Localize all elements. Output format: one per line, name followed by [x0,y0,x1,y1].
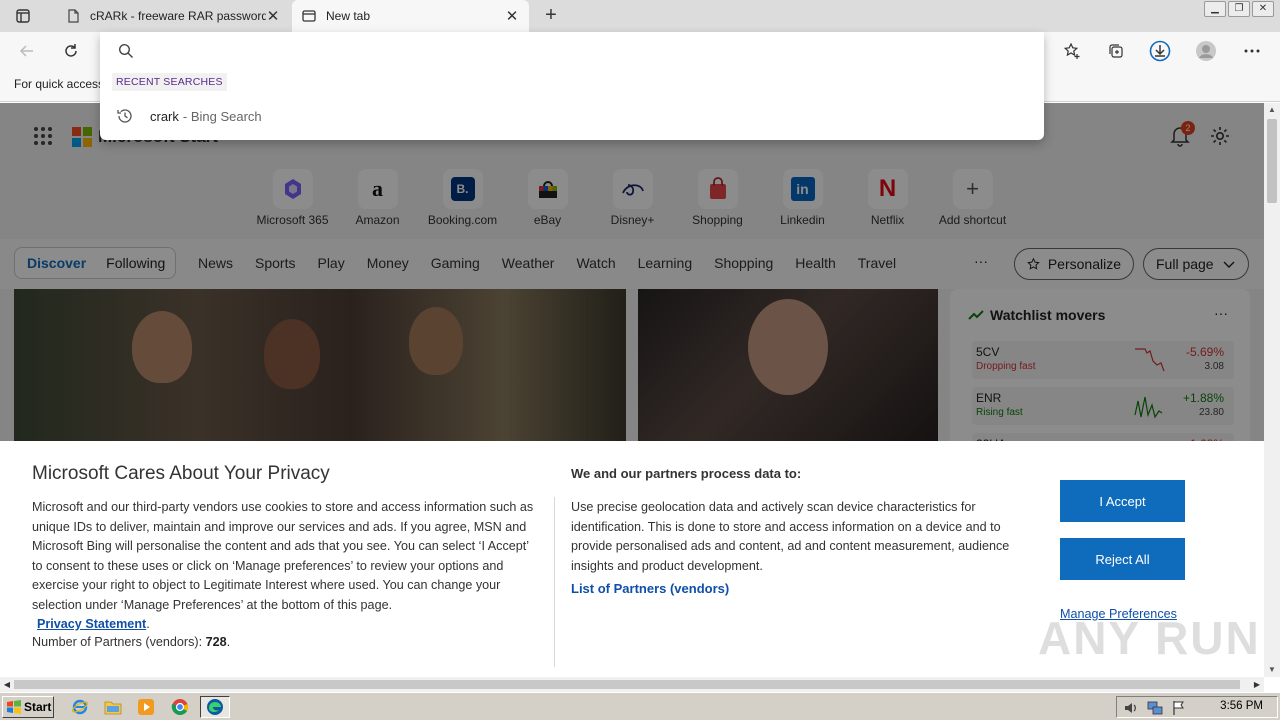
accept-button[interactable]: I Accept [1060,480,1185,522]
privacy-title: Microsoft Cares About Your Privacy [32,463,330,484]
chrome-icon [171,699,189,715]
privacy-statement-link[interactable]: Privacy Statement [37,617,146,631]
media-player-icon [138,699,154,715]
edge-icon [207,699,223,715]
tab-close-icon[interactable]: ✕ [505,7,519,25]
address-bar-input[interactable] [140,40,1020,62]
system-tray: 3:56 PM [1116,696,1278,718]
new-tab-button[interactable]: + [540,4,562,26]
refresh-icon [65,44,77,57]
start-label: Start [24,700,52,714]
profile-button[interactable] [1193,39,1219,63]
privacy-purpose-text: Use precise geolocation data and activel… [571,500,1010,573]
privacy-divider [554,497,555,667]
taskbar-edge[interactable] [200,696,230,718]
back-arrow-icon [19,45,33,57]
privacy-subtitle: We and our partners process data to: [571,466,802,481]
scroll-up-icon[interactable]: ▲ [1264,103,1280,117]
privacy-body: Microsoft and our third-party vendors us… [32,498,542,635]
tab-close-icon[interactable]: ✕ [266,7,280,25]
windows-taskbar: Start 3:56 PM [0,692,1280,720]
address-bar-dropdown: RECENT SEARCHES crark - Bing Search [100,32,1044,140]
tab-actions-button[interactable] [8,5,38,27]
favorites-bar-hint: For quick access [14,77,105,91]
download-icon [1149,40,1171,62]
back-button[interactable] [14,39,40,63]
more-dots-icon [1244,49,1260,53]
privacy-link-suffix: . [146,617,150,631]
downloads-button[interactable] [1147,39,1173,63]
collections-icon [1109,44,1123,58]
avatar-icon [1196,41,1216,61]
history-icon [117,109,132,123]
partners-count-label: Number of Partners (vendors): [32,635,206,649]
reject-all-button[interactable]: Reject All [1060,538,1185,580]
minimize-icon[interactable]: ▁ [1204,1,1226,17]
privacy-body-text: Microsoft and our third-party vendors us… [32,500,534,612]
horizontal-scrollbar[interactable]: ◀ ▶ [0,677,1264,692]
tab-actions-icon [16,9,30,23]
taskbar-media-player[interactable] [134,696,158,718]
recent-search-source: - Bing Search [182,108,262,124]
scroll-thumb[interactable] [14,680,1240,689]
flag-icon[interactable] [1171,700,1187,716]
partners-count-suffix: . [226,635,231,649]
window-controls: ▁ ❐ ✕ [1204,1,1274,17]
taskbar-clock: 3:56 PM [1220,700,1263,712]
recent-search-query: crark [150,108,179,124]
windows-logo-icon [7,700,21,714]
refresh-button[interactable] [58,39,84,63]
manage-preferences-link[interactable]: Manage Preferences [1060,607,1177,621]
folder-icon [104,701,122,715]
page-icon [68,9,79,23]
star-plus-icon [1063,42,1080,59]
settings-more-button[interactable] [1239,39,1265,63]
new-tab-page-icon [302,10,316,22]
recent-search-item[interactable]: crark - Bing Search [100,102,1044,130]
taskbar-ie[interactable] [68,696,92,718]
tab-new-tab[interactable]: New tab ✕ [292,0,529,32]
scroll-down-icon[interactable]: ▼ [1264,663,1280,677]
scroll-thumb[interactable] [1267,119,1277,203]
network-icon[interactable] [1147,700,1163,716]
scroll-left-icon[interactable]: ◀ [0,677,14,692]
favorites-button[interactable] [1059,39,1085,63]
collections-button[interactable] [1103,39,1129,63]
tab-strip: cRARk - freeware RAR password ✕ New tab … [0,0,1280,32]
tab-crark[interactable]: cRARk - freeware RAR password ✕ [56,0,290,32]
tab-title: New tab [326,9,371,23]
search-icon [118,43,133,58]
partners-count: 728 [205,635,227,649]
privacy-consent-banner: Microsoft Cares About Your Privacy Micro… [0,441,1264,677]
list-of-partners-link[interactable]: List of Partners (vendors) [571,581,729,596]
recent-searches-header: RECENT SEARCHES [112,73,227,91]
taskbar-explorer[interactable] [101,696,125,718]
restore-icon[interactable]: ❐ [1228,1,1250,17]
vertical-scrollbar[interactable]: ▲ ▼ [1264,103,1280,677]
internet-explorer-icon [71,699,89,715]
tab-title: cRARk - freeware RAR password [90,9,266,23]
volume-icon[interactable] [1123,700,1139,716]
partners-count-line: Number of Partners (vendors): 728. [32,635,230,649]
close-window-icon[interactable]: ✕ [1252,1,1274,17]
scroll-right-icon[interactable]: ▶ [1250,677,1264,692]
taskbar-chrome[interactable] [168,696,192,718]
start-button[interactable]: Start [2,696,54,718]
